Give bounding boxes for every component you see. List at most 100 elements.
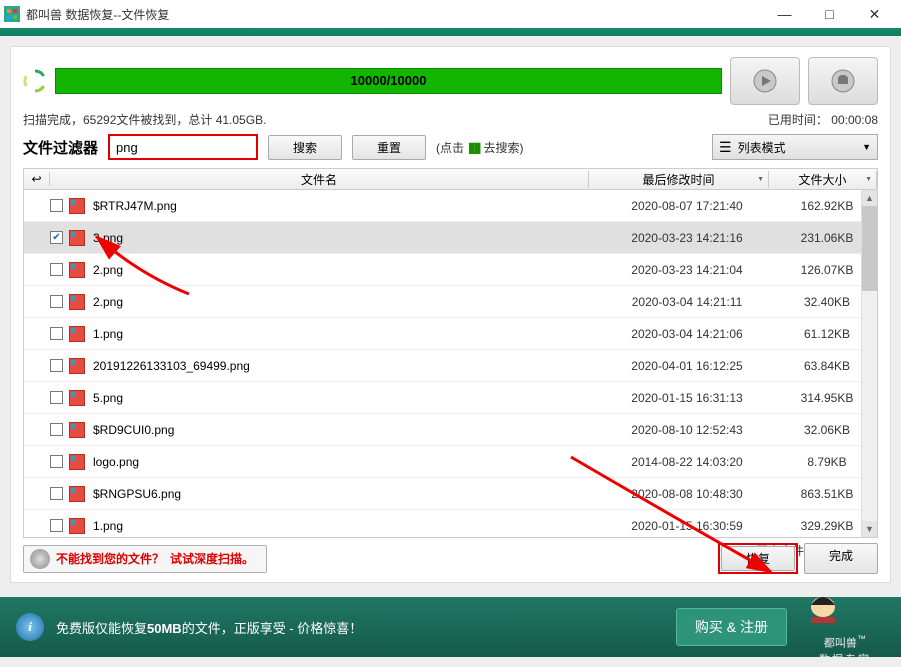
table-row[interactable]: 1.png2020-01-15 16:30:59329.29KB <box>24 510 877 538</box>
table-row[interactable]: 5.png2020-01-15 16:31:13314.95KB <box>24 382 877 414</box>
disk-icon <box>30 549 50 569</box>
row-checkbox[interactable] <box>50 391 63 404</box>
file-name: 1.png <box>93 327 597 341</box>
app-icon <box>4 6 20 22</box>
scroll-down-button[interactable]: ▼ <box>862 521 877 537</box>
file-icon <box>69 422 85 438</box>
elapsed-label: 已用时间： <box>768 113 828 127</box>
reset-button[interactable]: 重置 <box>352 135 426 160</box>
file-icon <box>69 294 85 310</box>
scroll-up-button[interactable]: ▲ <box>862 190 877 206</box>
date-column[interactable]: 最后修改时间▼ <box>589 171 769 188</box>
file-name: 2.png <box>93 295 597 309</box>
table-row[interactable]: $RD9CUI0.png2020-08-10 12:52:4332.06KB <box>24 414 877 446</box>
file-name: $RD9CUI0.png <box>93 423 597 437</box>
chevron-down-icon: ▼ <box>865 176 872 183</box>
close-button[interactable]: ✕ <box>852 0 897 28</box>
size-column[interactable]: 文件大小▼ <box>769 171 877 188</box>
table-row[interactable]: 2.png2020-03-23 14:21:04126.07KB <box>24 254 877 286</box>
list-icon: ☰ <box>719 139 732 156</box>
file-name: 2.png <box>93 263 597 277</box>
table-row[interactable]: 1.png2020-03-04 14:21:0661.12KB <box>24 318 877 350</box>
file-icon <box>69 262 85 278</box>
file-name: $RNGPSU6.png <box>93 487 597 501</box>
footer-banner: i 免费版仅能恢复50MB的文件，正版享受 - 价格惊喜！ 购买 & 注册 都叫… <box>0 597 901 657</box>
file-icon <box>69 326 85 342</box>
file-icon <box>69 486 85 502</box>
chevron-down-icon: ▼ <box>757 176 764 183</box>
file-icon <box>69 518 85 534</box>
elapsed-value: 00:00:08 <box>831 113 878 127</box>
table-row[interactable]: $RTRJ47M.png2020-08-07 17:21:40162.92KB <box>24 190 877 222</box>
table-body: $RTRJ47M.png2020-08-07 17:21:40162.92KB ✔… <box>23 190 878 538</box>
file-icon <box>69 454 85 470</box>
row-checkbox[interactable] <box>50 519 63 532</box>
back-icon: ↩ <box>31 172 41 186</box>
view-mode-dropdown[interactable]: ☰ 列表模式 ▼ <box>712 134 878 160</box>
search-hint: (点击 ▮▮ 去搜索) <box>436 139 523 156</box>
minimize-button[interactable]: — <box>762 0 807 28</box>
row-checkbox[interactable] <box>50 263 63 276</box>
footer-message: 免费版仅能恢复50MB的文件，正版享受 - 价格惊喜！ <box>56 618 362 637</box>
view-mode-label: 列表模式 <box>738 139 786 156</box>
scroll-thumb[interactable] <box>862 206 877 291</box>
name-column[interactable]: 文件名 <box>50 171 589 188</box>
titlebar: 都叫兽 数据恢复--文件恢复 — □ ✕ <box>0 0 901 28</box>
maximize-button[interactable]: □ <box>807 0 852 28</box>
brand-logo: 都叫兽™数据专家 <box>805 587 885 667</box>
table-row[interactable]: ✔3.png2020-03-23 14:21:16231.06KB <box>24 222 877 254</box>
file-icon <box>69 390 85 406</box>
pause-icon: ▮▮ <box>468 139 479 156</box>
buy-register-button[interactable]: 购买 & 注册 <box>676 608 787 646</box>
row-checkbox[interactable] <box>50 327 63 340</box>
row-checkbox[interactable]: ✔ <box>50 231 63 244</box>
table-row[interactable]: 2.png2020-03-04 14:21:1132.40KB <box>24 286 877 318</box>
file-date: 2020-03-23 14:21:04 <box>597 263 777 277</box>
table-row[interactable]: 20191226133103_69499.png2020-04-01 16:12… <box>24 350 877 382</box>
deep-scan-q: 不能找到您的文件？ <box>56 550 164 567</box>
file-name: 3.png <box>93 231 597 245</box>
search-button[interactable]: 搜索 <box>268 135 342 160</box>
file-date: 2020-03-04 14:21:11 <box>597 295 777 309</box>
file-date: 2020-01-15 16:31:13 <box>597 391 777 405</box>
file-date: 2020-04-01 16:12:25 <box>597 359 777 373</box>
file-name: $RTRJ47M.png <box>93 199 597 213</box>
file-date: 2020-03-23 14:21:16 <box>597 231 777 245</box>
row-checkbox[interactable] <box>50 455 63 468</box>
table-header: ↩ 文件名 最后修改时间▼ 文件大小▼ <box>23 168 878 190</box>
file-date: 2020-08-07 17:21:40 <box>597 199 777 213</box>
file-icon <box>69 198 85 214</box>
filter-input[interactable] <box>108 134 258 160</box>
file-icon <box>69 358 85 374</box>
file-date: 2020-08-08 10:48:30 <box>597 487 777 501</box>
window-title: 都叫兽 数据恢复--文件恢复 <box>26 6 762 23</box>
progress-bar: 10000/10000 <box>55 68 722 94</box>
done-button[interactable]: 完成 <box>804 543 878 574</box>
deep-scan-action: 试试深度扫描。 <box>170 550 254 567</box>
spinner-icon <box>23 69 47 93</box>
row-checkbox[interactable] <box>50 487 63 500</box>
file-date: 2020-08-10 12:52:43 <box>597 423 777 437</box>
file-name: 5.png <box>93 391 597 405</box>
row-checkbox[interactable] <box>50 199 63 212</box>
file-date: 2020-01-15 16:30:59 <box>597 519 777 533</box>
header-strip <box>0 28 901 36</box>
back-column[interactable]: ↩ <box>24 172 50 186</box>
scan-status: 扫描完成，65292文件被找到，总计 41.05GB. <box>23 111 266 128</box>
info-icon: i <box>16 613 44 641</box>
chevron-down-icon: ▼ <box>862 142 871 152</box>
file-date: 2020-03-04 14:21:06 <box>597 327 777 341</box>
stop-button[interactable] <box>808 57 878 105</box>
row-checkbox[interactable] <box>50 423 63 436</box>
file-date: 2014-08-22 14:03:20 <box>597 455 777 469</box>
row-checkbox[interactable] <box>50 295 63 308</box>
file-name: 20191226133103_69499.png <box>93 359 597 373</box>
play-button[interactable] <box>730 57 800 105</box>
recover-button[interactable]: 恢复 <box>721 546 795 571</box>
table-row[interactable]: logo.png2014-08-22 14:03:208.79KB <box>24 446 877 478</box>
filter-label: 文件过滤器 <box>23 137 98 158</box>
row-checkbox[interactable] <box>50 359 63 372</box>
deep-scan-link[interactable]: 不能找到您的文件？ 试试深度扫描。 <box>23 545 267 573</box>
scrollbar[interactable]: ▲ ▼ <box>861 190 877 537</box>
table-row[interactable]: $RNGPSU6.png2020-08-08 10:48:30863.51KB <box>24 478 877 510</box>
